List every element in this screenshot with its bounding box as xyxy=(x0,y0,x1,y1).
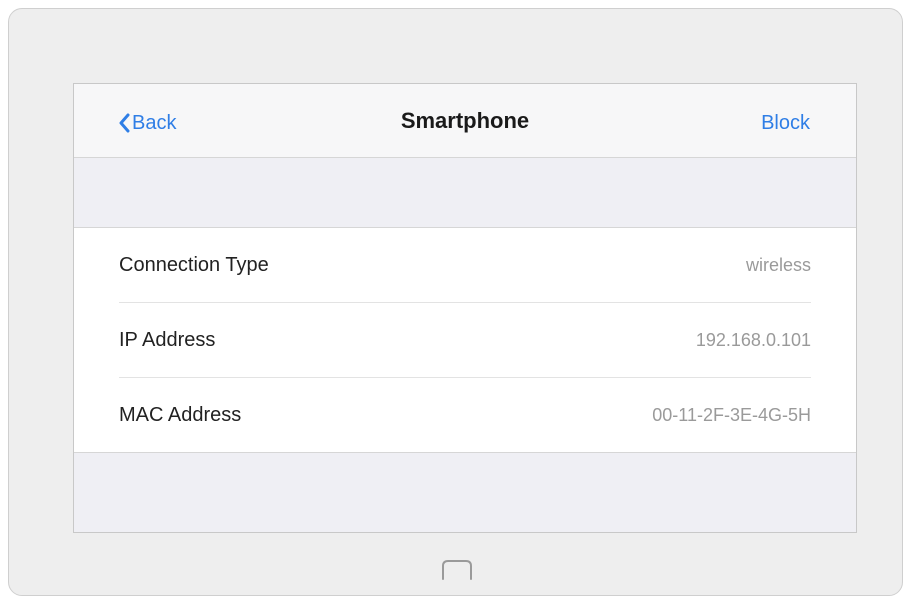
connection-type-value: wireless xyxy=(745,254,811,275)
mac-address-label: MAC Address xyxy=(119,403,242,426)
mac-address-value: 00-11-2F-3E-4G-5H xyxy=(652,404,811,425)
navigation-bar: Back Smartphone Block xyxy=(74,84,856,158)
detail-row-connection-type: Connection Type wireless xyxy=(119,228,811,303)
ip-address-value: 192.168.0.101 xyxy=(695,329,811,350)
ip-address-label: IP Address xyxy=(119,328,216,351)
page-title: Smartphone xyxy=(400,108,530,133)
device-screen: Back Smartphone Block Connection Type wi… xyxy=(73,83,857,533)
detail-row-mac-address: MAC Address 00-11-2F-3E-4G-5H xyxy=(119,378,811,452)
home-button-icon xyxy=(442,560,472,580)
home-button[interactable] xyxy=(437,557,477,581)
block-button[interactable]: Block xyxy=(761,112,810,135)
device-details-list: Connection Type wireless IP Address 192.… xyxy=(74,227,856,453)
tablet-device-frame: Back Smartphone Block Connection Type wi… xyxy=(8,8,903,596)
connection-type-label: Connection Type xyxy=(119,253,269,276)
detail-row-ip-address: IP Address 192.168.0.101 xyxy=(119,303,811,378)
